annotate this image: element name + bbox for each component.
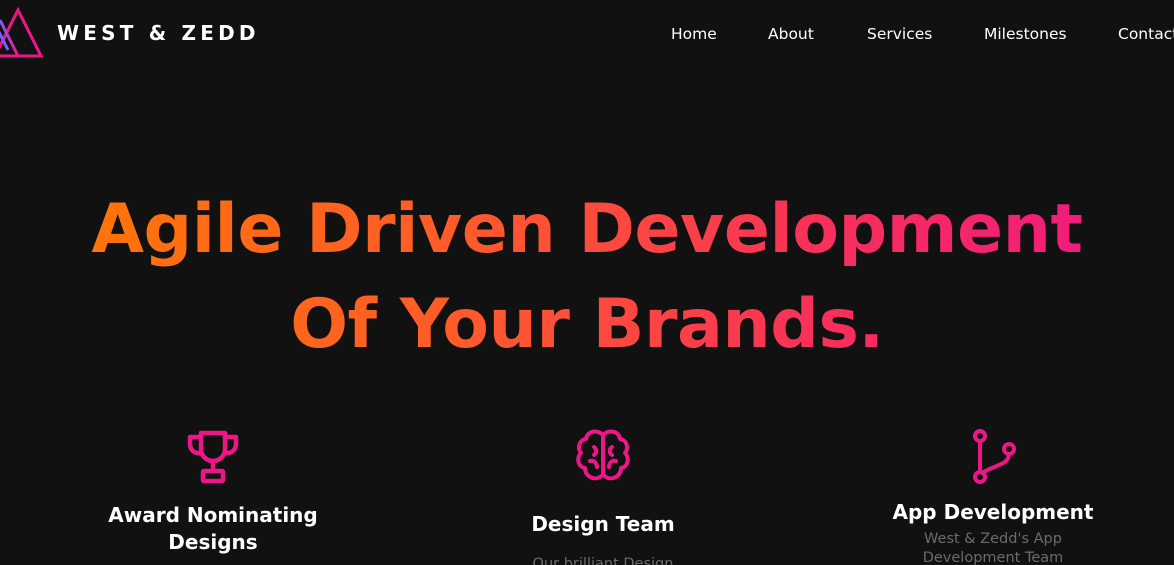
nav-link-home[interactable]: Home xyxy=(671,23,717,45)
trophy-icon xyxy=(187,430,239,484)
feature-desc-app-development: West & Zedd's App Development Team xyxy=(843,530,1143,565)
main-nav: Home About Services Milestones Contact xyxy=(0,23,1174,45)
nav-link-about[interactable]: About xyxy=(768,23,814,45)
feature-desc-design-team: Our brilliant Design xyxy=(532,556,674,565)
feature-title-award-line-1: Award Nominating xyxy=(108,503,318,527)
feature-desc-app-line-1: West & Zedd's App xyxy=(924,531,1062,547)
feature-title-award-line-2: Designs xyxy=(168,530,258,554)
hero-headline-line-1: Agile Driven Development xyxy=(0,190,1174,270)
page: WEST & ZEDD Home About Services Mileston… xyxy=(0,0,1174,565)
brain-icon xyxy=(576,429,630,481)
hero-headline-line-2: Of Your Brands. xyxy=(0,285,1174,365)
nav-link-contact[interactable]: Contact xyxy=(1118,23,1174,45)
feature-title-design-team: Design Team xyxy=(531,512,675,536)
feature-title-award: Award Nominating Designs xyxy=(63,502,363,556)
nav-link-services[interactable]: Services xyxy=(867,23,932,45)
feature-title-app-development: App Development xyxy=(892,500,1094,524)
git-branch-icon xyxy=(973,429,1016,484)
nav-link-milestones[interactable]: Milestones xyxy=(984,23,1067,45)
feature-desc-app-line-2: Development Team xyxy=(922,550,1064,565)
